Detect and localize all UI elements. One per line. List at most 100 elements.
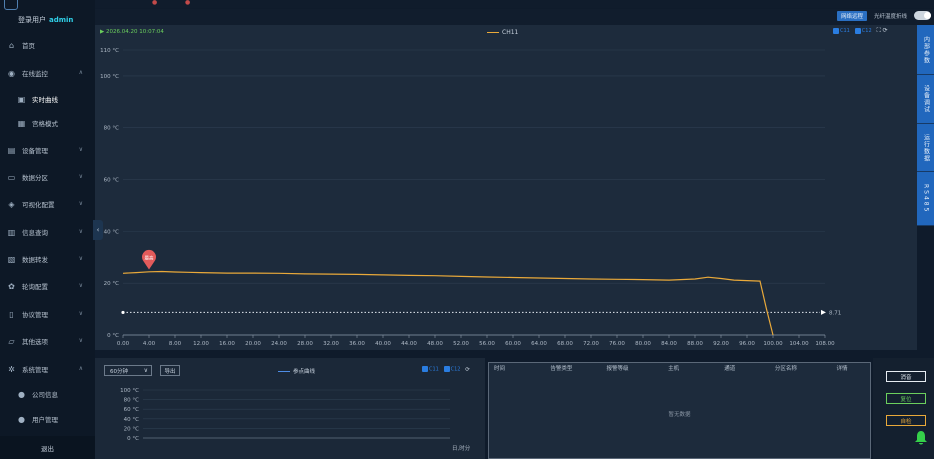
x-tick-label: 40.00 [375, 341, 391, 347]
login-info: 登录用户 admin [18, 15, 73, 25]
sidebar-collapse-button[interactable]: ‹ [93, 220, 103, 240]
user-icon: ● [18, 414, 25, 424]
x-tick-label: 36.00 [349, 341, 365, 347]
y-tick-label: 110 °C [100, 48, 119, 54]
reset-button[interactable]: 复位 [886, 393, 926, 404]
logo-icon [4, 0, 18, 10]
x-tick-label: 12.00 [193, 341, 209, 347]
sidebar-item-visual-config[interactable]: ◈ 可视化配置 ∨ [0, 194, 95, 214]
sidebar-item-device-mgmt[interactable]: ▤ 设备管理 ∨ [0, 140, 95, 160]
sidebar-item-home[interactable]: ⌂ 首页 [0, 35, 95, 55]
x-tick-label: 16.00 [219, 341, 235, 347]
tab-label: 内部参数 [922, 35, 930, 64]
column-header: 通道 [724, 366, 736, 372]
chevron-down-icon: ∨ [143, 367, 148, 374]
legend-swatch [278, 370, 290, 373]
legend-swatch [487, 31, 499, 34]
chart-controls: C11 C12 ⛶ ⟳ [833, 27, 888, 35]
series-line-ch11 [122, 270, 774, 336]
y-tick-label: 80 °C [104, 126, 119, 132]
self-check-button[interactable]: 自检 [886, 415, 926, 426]
mini-chart-legend[interactable]: 参点曲线 [278, 367, 315, 375]
line-chart-icon: ▣ [17, 94, 26, 104]
checkbox-icon[interactable] [422, 366, 428, 372]
chevron-down-icon: ∨ [78, 146, 83, 153]
tab-internal-params[interactable]: 内部参数 [917, 25, 934, 75]
eye-icon: ◉ [8, 68, 15, 78]
sidebar-item-system-mgmt[interactable]: ✲ 系统管理 ∧ [0, 359, 95, 379]
sidebar-item-online-monitor[interactable]: ◉ 在线监控 ∧ [0, 63, 95, 83]
sidebar-item-polling-config[interactable]: ✿ 轮询配置 ∨ [0, 276, 95, 296]
select-value: 60分钟 [110, 368, 128, 375]
x-tick-label: 4.00 [143, 341, 156, 347]
x-tick-label: 88.00 [687, 341, 703, 347]
chart-timestamp: ▶ 2026.04.20 10:07:04 [100, 29, 164, 35]
sidebar-item-info-query[interactable]: ▥ 信息查询 ∨ [0, 222, 95, 242]
sidebar-item-label: 协议管理 [22, 311, 48, 319]
x-tick-label: 24.00 [271, 341, 287, 347]
tab-rs485[interactable]: RS485 [917, 172, 934, 226]
monitor-icon: ▭ [7, 172, 16, 182]
check2-label: C12 [450, 366, 461, 373]
sidebar-item-company-info[interactable]: ● 公司信息 [0, 384, 95, 404]
forward-icon: ▧ [7, 254, 16, 264]
mini-y-tick-label: 40 °C [124, 417, 139, 423]
sidebar: 登录用户 admin ⌂ 首页 ◉ 在线监控 ∧ ▣ 实时曲线 ▦ 宫格模式 ▤ … [0, 0, 95, 459]
chevron-down-icon: ∨ [78, 255, 83, 262]
x-tick-label: 8.00 [169, 341, 182, 347]
column-header: 分区名称 [774, 366, 797, 372]
sidebar-item-data-forward[interactable]: ▧ 数据转发 ∨ [0, 249, 95, 269]
reference-start-dot [121, 310, 125, 315]
sidebar-item-user-mgmt[interactable]: ● 用户管理 [0, 409, 95, 429]
tab-device-debug[interactable]: 设备调试 [917, 75, 934, 124]
sidebar-item-data-partition[interactable]: ▭ 数据分区 ∨ [0, 167, 95, 187]
max-marker-label: 最高 [145, 255, 154, 262]
top-marker-2: ● [185, 0, 191, 6]
check2-label: C12 [861, 28, 872, 34]
checkbox-icon[interactable] [443, 366, 450, 372]
x-tick-label: 68.00 [557, 341, 573, 347]
x-tick-label: 52.00 [453, 341, 469, 347]
time-range-select[interactable]: 60分钟 ∨ [104, 365, 152, 376]
x-tick-label: 84.00 [661, 341, 677, 347]
x-tick-label: 20.00 [245, 341, 261, 347]
sidebar-item-other-options[interactable]: ▱ 其他选项 ∨ [0, 331, 95, 351]
user-icon: ● [18, 389, 25, 399]
sidebar-item-grid-mode[interactable]: ▦ 宫格模式 [0, 113, 95, 133]
history-mini-chart: 100 °C 80 °C 60 °C 40 °C 20 °C 0 °C [120, 388, 450, 442]
sidebar-item-label: 公司信息 [32, 391, 58, 399]
y-tick-label: 20 °C [104, 281, 119, 287]
column-header: 报警等级 [606, 366, 629, 372]
tab-label: 设备调试 [922, 85, 930, 113]
checkbox-icon[interactable] [854, 27, 861, 34]
sidebar-item-label: 轮询配置 [22, 283, 48, 291]
export-button[interactable]: 导出 [160, 365, 180, 376]
sidebar-item-protocol-mgmt[interactable]: ▯ 协议管理 ∨ [0, 304, 95, 324]
device-icon: ▤ [7, 145, 16, 155]
toggle-label: 光纤温度折线 [874, 14, 908, 20]
bell-icon[interactable] [914, 430, 928, 446]
mini-y-tick-label: 80 °C [124, 398, 139, 404]
logout-button[interactable]: 退出 [0, 436, 95, 459]
logo-area: 登录用户 admin [0, 0, 95, 32]
tab-run-data[interactable]: 运行数据 [917, 124, 934, 172]
reference-label: 8.71 [829, 310, 841, 316]
legend-label: 参点曲线 [293, 369, 316, 375]
fullscreen-refresh-icons[interactable]: ⛶ ⟳ [877, 27, 888, 34]
x-tick-label: 96.00 [739, 341, 755, 347]
x-tick-label: 28.00 [297, 341, 313, 347]
sidebar-item-label: 用户管理 [32, 416, 58, 424]
chevron-up-icon: ∧ [78, 365, 83, 372]
y-tick-label: 0 °C [107, 333, 119, 339]
mini-chart-x-label: 日,时分 [452, 446, 471, 452]
document-icon: ▥ [7, 227, 16, 237]
folder-icon: ▱ [8, 336, 15, 346]
network-remote-button[interactable]: 网络远程 [837, 11, 867, 21]
alarm-table-header: 时间 告警类型 报警等级 主机 通道 分区名称 详情 [489, 363, 870, 373]
mute-button[interactable]: 消音 [886, 371, 926, 382]
checkbox-icon[interactable] [833, 27, 839, 34]
refresh-icon[interactable]: ⟳ [465, 367, 470, 373]
chart-legend[interactable]: CH11 [487, 29, 518, 36]
sidebar-item-realtime-curve[interactable]: ▣ 实时曲线 [0, 89, 95, 109]
y-tick-label: 60 °C [104, 178, 119, 184]
